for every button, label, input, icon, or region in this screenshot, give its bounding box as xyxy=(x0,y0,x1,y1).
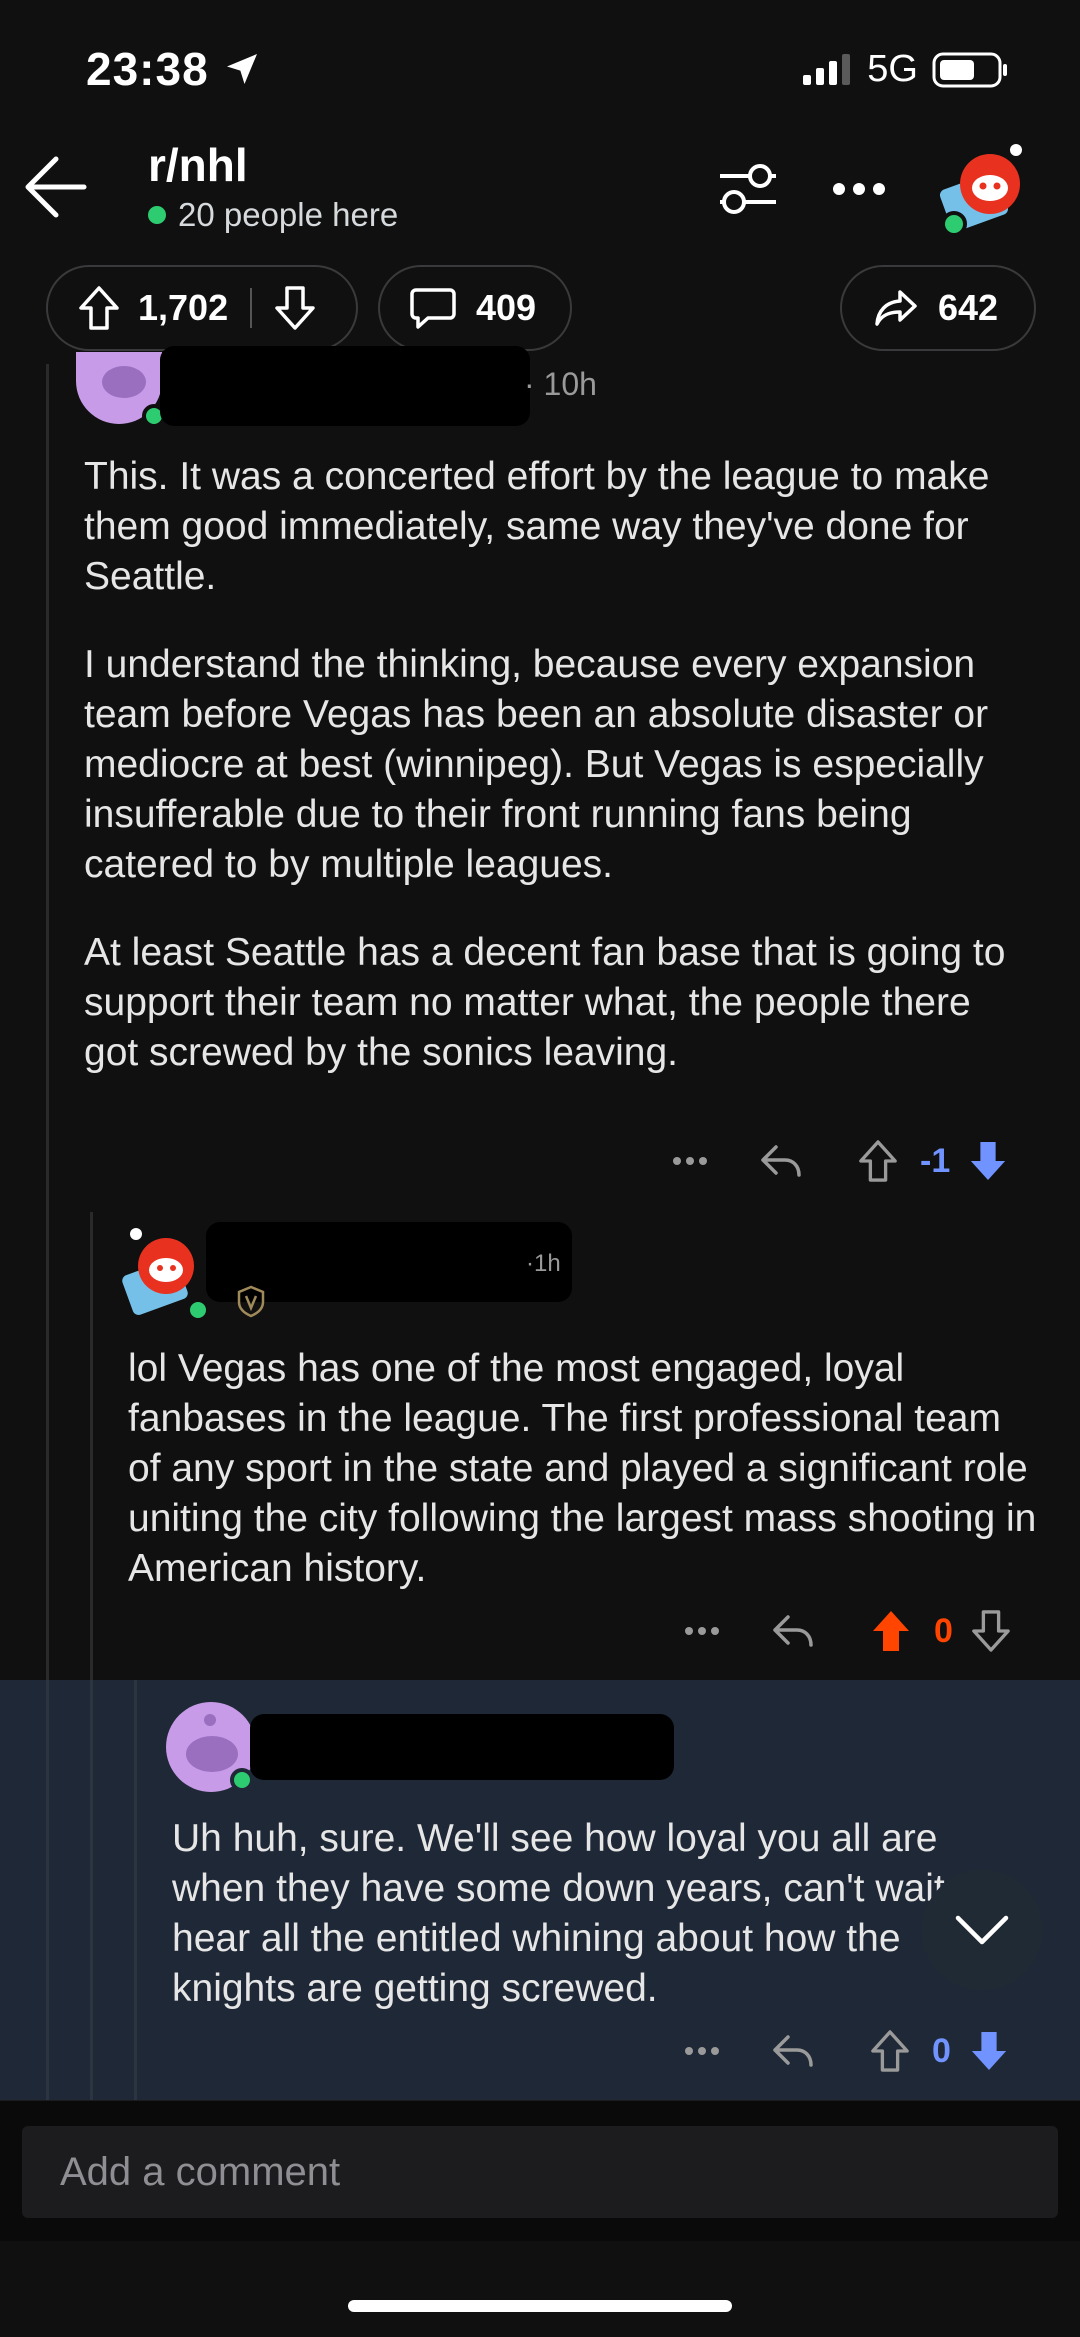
downvote-active-icon[interactable] xyxy=(969,2029,1009,2073)
add-comment-input[interactable]: Add a comment xyxy=(22,2126,1058,2218)
network-label: 5G xyxy=(867,48,918,90)
comments-button[interactable]: 409 xyxy=(378,265,572,351)
comment-paragraph: Uh huh, sure. We'll see how loyal you al… xyxy=(172,1817,989,2010)
online-count: 20 people here xyxy=(148,196,398,234)
redacted-username xyxy=(160,346,530,426)
online-text: 20 people here xyxy=(178,196,399,233)
reply-icon[interactable] xyxy=(772,1613,814,1649)
comment-text: This. It was a concerted effort by the l… xyxy=(84,452,1034,1116)
default-snoo-icon xyxy=(186,1714,254,1792)
upvote-icon[interactable] xyxy=(78,285,120,331)
more-options-icon[interactable] xyxy=(672,1156,708,1166)
upvote-active-icon[interactable] xyxy=(870,1608,912,1654)
chevron-down-icon xyxy=(955,1915,1009,1945)
comment-paragraph: I understand the thinking, because every… xyxy=(84,643,989,886)
snoo-avatar-icon xyxy=(939,144,1022,237)
more-options-icon[interactable] xyxy=(684,1626,720,1636)
comment-text: lol Vegas has one of the most engaged, l… xyxy=(128,1344,1038,1632)
comment-age: · 10h xyxy=(524,366,597,402)
thread-line-nested xyxy=(134,1680,137,2100)
online-dot-icon xyxy=(148,206,166,224)
redacted-username xyxy=(250,1714,674,1780)
subreddit-name[interactable]: r/nhl xyxy=(148,138,248,192)
battery-icon xyxy=(932,52,1007,87)
vote-divider xyxy=(250,288,253,328)
comment-paragraph: This. It was a concerted effort by the l… xyxy=(84,455,990,598)
comment-actions: -1 xyxy=(672,1136,1038,1186)
downvote-icon[interactable] xyxy=(274,285,316,331)
comment-bubble-icon xyxy=(410,288,456,329)
scroll-down-button[interactable] xyxy=(922,1870,1042,1990)
share-button[interactable]: 642 xyxy=(840,265,1036,351)
comment-avatar[interactable] xyxy=(76,352,166,428)
comment-text: Uh huh, sure. We'll see how loyal you al… xyxy=(172,1814,1032,2052)
snoo-avatar-icon xyxy=(122,1228,210,1322)
comment-actions: 0 xyxy=(684,1606,1044,1656)
more-options-icon[interactable] xyxy=(684,2046,720,2056)
more-options-icon[interactable] xyxy=(832,180,886,198)
share-count: 642 xyxy=(938,287,999,328)
comment-count: 409 xyxy=(476,287,537,328)
location-arrow-icon xyxy=(227,54,258,84)
vote-score: -1 xyxy=(920,1141,951,1180)
comment-avatar[interactable] xyxy=(122,1222,212,1322)
upvote-count: 1,702 xyxy=(138,287,229,328)
user-avatar[interactable] xyxy=(936,140,1036,240)
comment-paragraph: lol Vegas has one of the most engaged, l… xyxy=(128,1347,1037,1590)
back-arrow-icon[interactable] xyxy=(22,152,88,222)
clock: 23:38 xyxy=(86,43,209,95)
comment-paragraph: At least Seattle has a decent fan base t… xyxy=(84,931,1006,1074)
share-arrow-icon xyxy=(875,290,917,326)
status-time: 23:38 xyxy=(86,42,262,96)
downvote-active-icon[interactable] xyxy=(968,1139,1008,1183)
home-indicator[interactable] xyxy=(348,2300,732,2312)
vote-score: 0 xyxy=(934,1611,953,1650)
upvote-icon[interactable] xyxy=(870,2029,910,2073)
signal-icon xyxy=(803,53,851,85)
downvote-icon[interactable] xyxy=(971,1609,1011,1653)
reply-icon[interactable] xyxy=(772,2033,814,2069)
reply-icon[interactable] xyxy=(760,1143,802,1179)
flair-shield-icon xyxy=(237,1285,265,1318)
comment-actions: 0 xyxy=(684,2026,1044,2076)
thread-line-nested xyxy=(90,1680,93,2100)
thread-line xyxy=(46,1680,49,2100)
filter-sliders-icon[interactable] xyxy=(716,160,780,218)
default-snoo-icon xyxy=(102,366,166,428)
vote-pill: 1,702 xyxy=(46,265,358,351)
comment-avatar[interactable] xyxy=(166,1702,256,1792)
status-indicators: 5G xyxy=(801,48,1010,91)
vote-score: 0 xyxy=(932,2031,951,2070)
comment-age: ·1h xyxy=(526,1250,561,1277)
upvote-icon[interactable] xyxy=(858,1139,898,1183)
